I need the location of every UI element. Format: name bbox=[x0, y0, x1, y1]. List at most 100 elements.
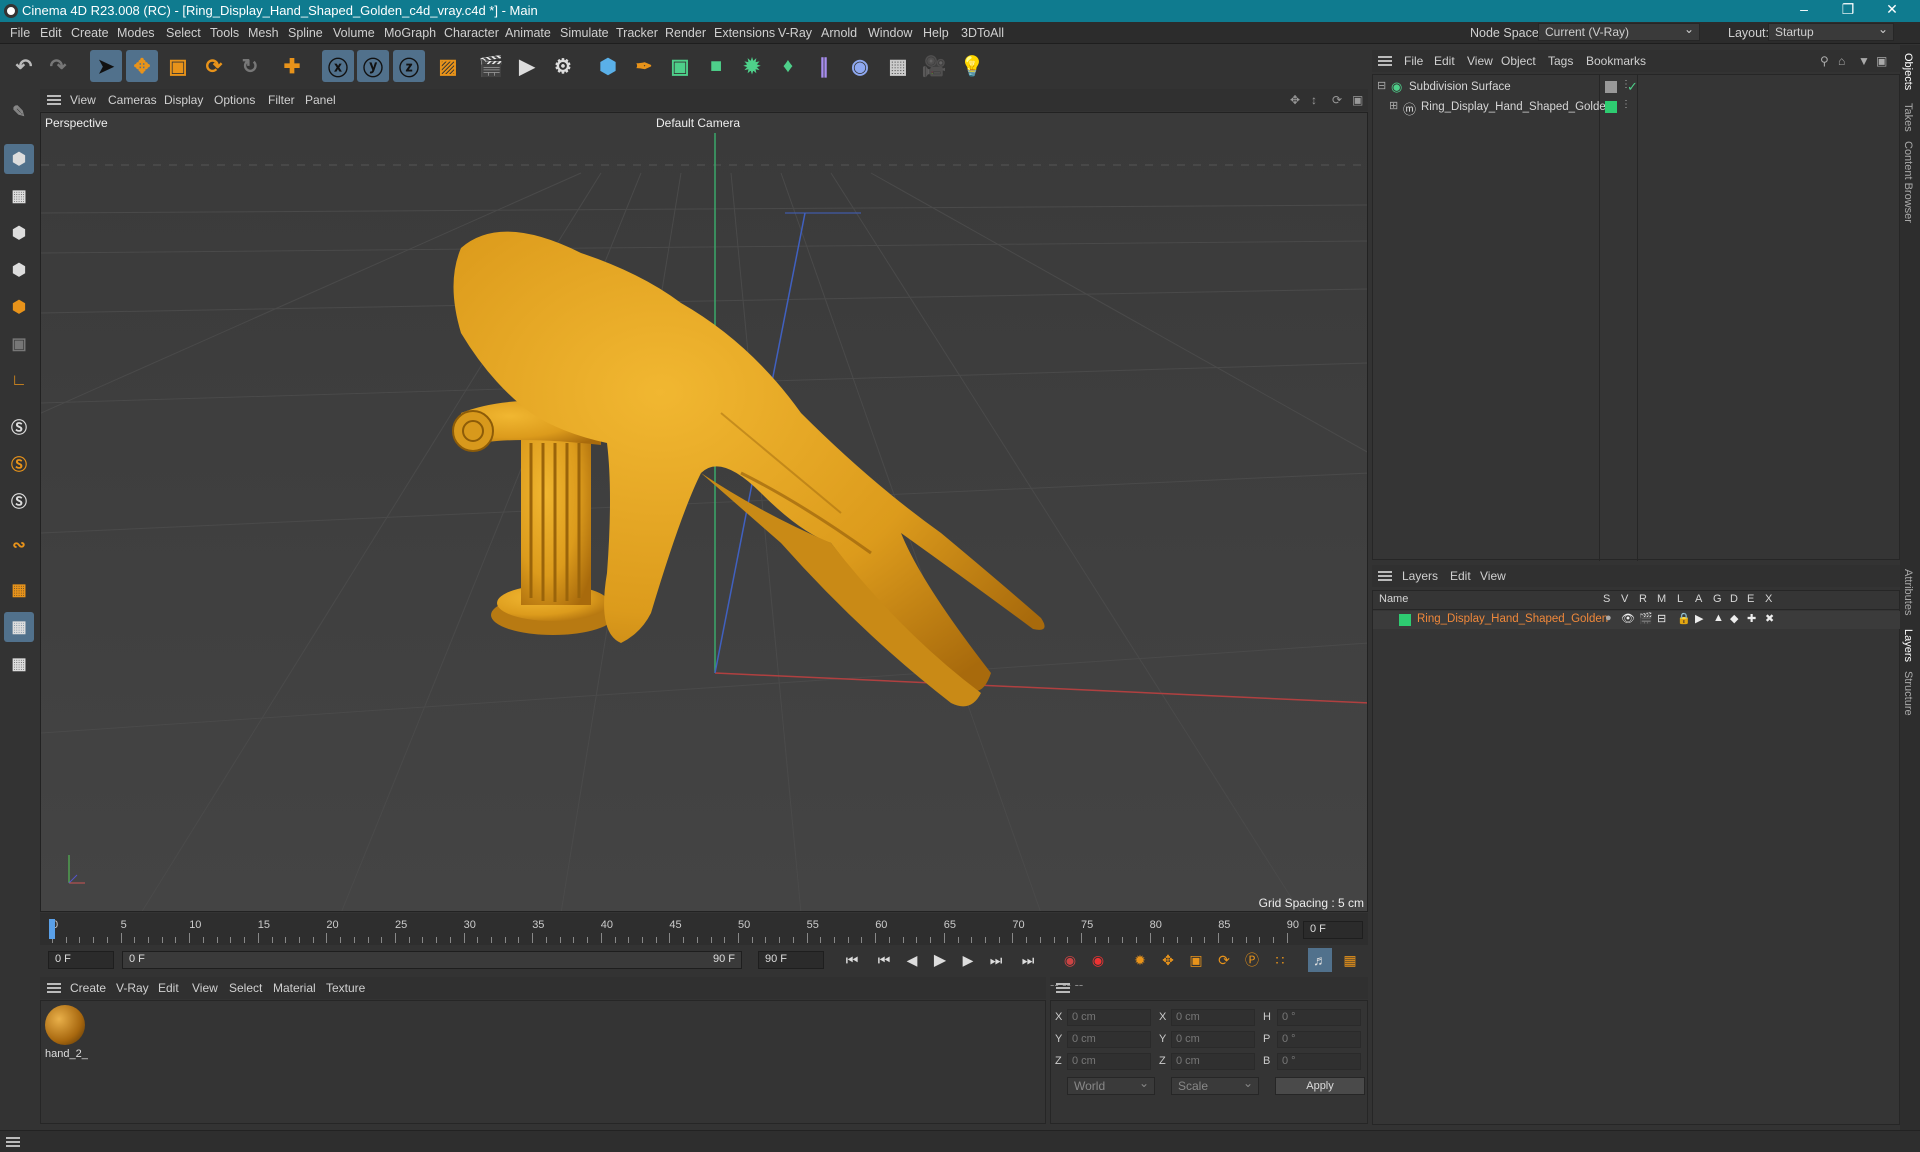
frame-range-slider[interactable]: 0 F 90 F bbox=[122, 951, 742, 969]
object-menu-edit[interactable]: Edit bbox=[1434, 54, 1455, 68]
layer-menu-icon[interactable] bbox=[1378, 571, 1392, 581]
axis-mode-icon[interactable]: ∟ bbox=[4, 366, 34, 396]
visibility-dots-icon[interactable]: ⋮ bbox=[1621, 99, 1631, 110]
timeline-window-icon[interactable]: ▦ bbox=[1338, 948, 1362, 972]
expand-icon[interactable]: ⊞ bbox=[1389, 99, 1398, 112]
layout-dropdown[interactable]: Startup bbox=[1768, 22, 1894, 41]
snap-icon[interactable]: ∾ bbox=[4, 530, 34, 560]
material-menu-vray[interactable]: V-Ray bbox=[116, 981, 149, 995]
next-key-icon[interactable]: ⏭ bbox=[984, 948, 1008, 972]
y-axis-lock-icon[interactable]: ⓨ bbox=[357, 50, 389, 82]
position-y-field[interactable]: 0 cm bbox=[1067, 1031, 1151, 1048]
solo-hierarchy-icon[interactable]: Ⓢ bbox=[4, 448, 34, 478]
layer-animation-icon[interactable]: ▶ bbox=[1695, 612, 1703, 625]
current-frame-field[interactable]: 0 F bbox=[1303, 921, 1363, 939]
undo-icon[interactable]: ↶ bbox=[8, 50, 40, 82]
layer-menu-edit[interactable]: Edit bbox=[1450, 569, 1471, 583]
material-menu-material[interactable]: Material bbox=[273, 981, 316, 995]
material-menu-icon[interactable] bbox=[47, 983, 61, 993]
render-view-icon[interactable]: ▶ bbox=[511, 50, 543, 82]
node-space-dropdown[interactable]: Current (V-Ray) bbox=[1538, 22, 1700, 41]
mograph-cloner-icon[interactable]: ✹ bbox=[736, 50, 768, 82]
subdivision-icon[interactable]: ▣ bbox=[664, 50, 696, 82]
menu-tracker[interactable]: Tracker bbox=[616, 26, 658, 40]
object-row[interactable]: ⊞ ⓜ Ring_Display_Hand_Shaped_Golden ⋮ bbox=[1373, 99, 1901, 117]
extrude-generator-icon[interactable]: ■ bbox=[700, 50, 732, 82]
planar-workplane-icon[interactable]: ▦ bbox=[4, 649, 34, 679]
layer-solo-icon[interactable]: ● bbox=[1605, 612, 1612, 624]
coordinate-system-icon[interactable]: ▨ bbox=[432, 50, 464, 82]
move-tool-icon[interactable]: ✥ bbox=[126, 50, 158, 82]
viewport-menu-cameras[interactable]: Cameras bbox=[108, 93, 157, 107]
key-pla-icon[interactable]: Ⓟ bbox=[1240, 948, 1264, 972]
next-frame-icon[interactable]: ▶ bbox=[956, 948, 980, 972]
camera-icon[interactable]: 🎥 bbox=[918, 50, 950, 82]
key-points-icon[interactable]: ∷ bbox=[1268, 948, 1292, 972]
object-row[interactable]: ⊟ ◉ Subdivision Surface ⋮ ✓ bbox=[1373, 79, 1901, 97]
viewport-menu-panel[interactable]: Panel bbox=[305, 93, 336, 107]
auto-keying-icon[interactable]: ◉ bbox=[1086, 948, 1110, 972]
world-axis-icon[interactable]: ✚ bbox=[276, 50, 308, 82]
layer-swatch[interactable] bbox=[1605, 81, 1617, 93]
size-z-field[interactable]: 0 cm bbox=[1171, 1053, 1255, 1070]
menu-spline[interactable]: Spline bbox=[288, 26, 323, 40]
menu-select[interactable]: Select bbox=[166, 26, 201, 40]
render-settings-icon[interactable]: ⚙ bbox=[547, 50, 579, 82]
menu-vray[interactable]: V-Ray bbox=[778, 26, 812, 40]
viewport-maximize-icon[interactable]: ▣ bbox=[1352, 93, 1363, 107]
layer-menu-layers[interactable]: Layers bbox=[1402, 569, 1438, 583]
uv-mode-icon[interactable]: ▣ bbox=[4, 329, 34, 359]
tab-structure[interactable]: Structure bbox=[1902, 671, 1914, 716]
material-item[interactable]: hand_2_ bbox=[45, 1005, 88, 1063]
material-menu-texture[interactable]: Texture bbox=[326, 981, 365, 995]
workplane-lock-icon[interactable]: ▦ bbox=[4, 612, 34, 642]
menu-character[interactable]: Character bbox=[444, 26, 499, 40]
deformer-icon[interactable]: ♦ bbox=[772, 50, 804, 82]
recent-tool-icon[interactable]: ↻ bbox=[234, 50, 266, 82]
light-icon[interactable]: 💡 bbox=[956, 50, 988, 82]
rotation-b-field[interactable]: 0 ° bbox=[1277, 1053, 1361, 1070]
menu-tools[interactable]: Tools bbox=[210, 26, 239, 40]
position-x-field[interactable]: 0 cm bbox=[1067, 1009, 1151, 1026]
z-axis-lock-icon[interactable]: ⓩ bbox=[393, 50, 425, 82]
material-menu-select[interactable]: Select bbox=[229, 981, 262, 995]
minimize-button[interactable]: – bbox=[1784, 1, 1824, 21]
size-y-field[interactable]: 0 cm bbox=[1171, 1031, 1255, 1048]
position-z-field[interactable]: 0 cm bbox=[1067, 1053, 1151, 1070]
menu-edit[interactable]: Edit bbox=[40, 26, 62, 40]
material-menu-view[interactable]: View bbox=[192, 981, 218, 995]
tab-attributes[interactable]: Attributes bbox=[1902, 569, 1914, 615]
render-region-icon[interactable]: 🎬 bbox=[475, 50, 507, 82]
object-menu-file[interactable]: File bbox=[1404, 54, 1423, 68]
make-editable-icon[interactable]: ✎ bbox=[4, 97, 34, 127]
expand-icon[interactable]: ⊟ bbox=[1377, 79, 1386, 92]
material-menu-create[interactable]: Create bbox=[70, 981, 106, 995]
viewport-move-icon[interactable]: ✥ bbox=[1290, 93, 1300, 107]
end-frame-field[interactable]: 90 F bbox=[758, 951, 824, 969]
layer-menu-view[interactable]: View bbox=[1480, 569, 1506, 583]
play-icon[interactable]: ▶ bbox=[928, 948, 952, 972]
workplane-icon[interactable]: ▦ bbox=[4, 575, 34, 605]
start-frame-field[interactable]: 0 F bbox=[48, 951, 114, 969]
object-menu-tags[interactable]: Tags bbox=[1548, 54, 1573, 68]
layer-deformers-icon[interactable]: ◆ bbox=[1730, 612, 1738, 625]
pen-spline-icon[interactable]: ✒ bbox=[628, 50, 660, 82]
viewport-camera-label[interactable]: Default Camera bbox=[656, 116, 740, 130]
key-position-icon[interactable]: ✥ bbox=[1156, 948, 1180, 972]
menu-animate[interactable]: Animate bbox=[505, 26, 551, 40]
go-to-start-icon[interactable]: ⏮ bbox=[840, 948, 864, 972]
object-home-icon[interactable]: ⌂ bbox=[1838, 54, 1845, 68]
cube-primitive-icon[interactable]: ⬢ bbox=[592, 50, 624, 82]
polygons-mode-icon[interactable]: ⬢ bbox=[4, 292, 34, 322]
rotation-h-field[interactable]: 0 ° bbox=[1277, 1009, 1361, 1026]
viewport-rotate-icon[interactable]: ⟳ bbox=[1332, 93, 1342, 107]
x-axis-lock-icon[interactable]: ⓧ bbox=[322, 50, 354, 82]
viewport-menu-filter[interactable]: Filter bbox=[268, 93, 295, 107]
menu-create[interactable]: Create bbox=[71, 26, 109, 40]
menu-extensions[interactable]: Extensions bbox=[714, 26, 775, 40]
environment-icon[interactable]: ◉ bbox=[844, 50, 876, 82]
solo-off-icon[interactable]: Ⓢ bbox=[4, 485, 34, 515]
layer-color-swatch[interactable] bbox=[1399, 614, 1411, 626]
menu-mesh[interactable]: Mesh bbox=[248, 26, 279, 40]
layer-render-icon[interactable]: 🎬 bbox=[1639, 612, 1653, 625]
